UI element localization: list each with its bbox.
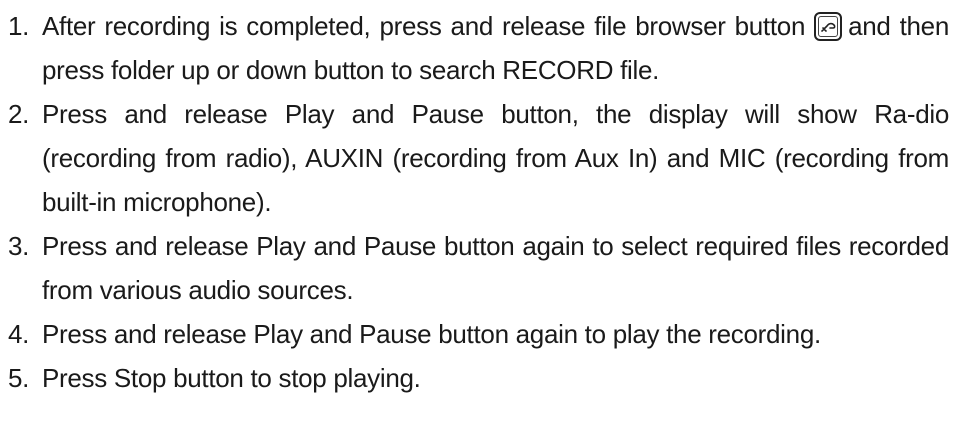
step-1: 1. After recording is completed, press a…: [8, 4, 949, 92]
step-4: 4. Press and release Play and Pause butt…: [8, 312, 949, 356]
step-text: Press and release Play and Pause button,…: [42, 99, 949, 217]
instructions-page: 1. After recording is completed, press a…: [0, 0, 959, 426]
step-number: 5.: [8, 363, 30, 393]
step-number: 3.: [8, 231, 30, 261]
step-5: 5. Press Stop button to stop playing.: [8, 356, 949, 400]
step-2: 2. Press and release Play and Pause butt…: [8, 92, 949, 224]
step-number: 2.: [8, 99, 30, 129]
step-text: Press and release Play and Pause button …: [42, 231, 949, 305]
step-number: 4.: [8, 319, 30, 349]
step-text: Press and release Play and Pause button …: [42, 319, 821, 349]
step-3: 3. Press and release Play and Pause butt…: [8, 224, 949, 312]
steps-list: 1. After recording is completed, press a…: [8, 4, 949, 400]
file-browser-button-icon: [814, 12, 843, 41]
step-text: After recording is completed, press and …: [42, 4, 949, 92]
step-text: Press Stop button to stop playing.: [42, 363, 421, 393]
step-text-before-icon: After recording is completed, press and …: [42, 11, 815, 41]
step-number: 1.: [8, 11, 30, 41]
